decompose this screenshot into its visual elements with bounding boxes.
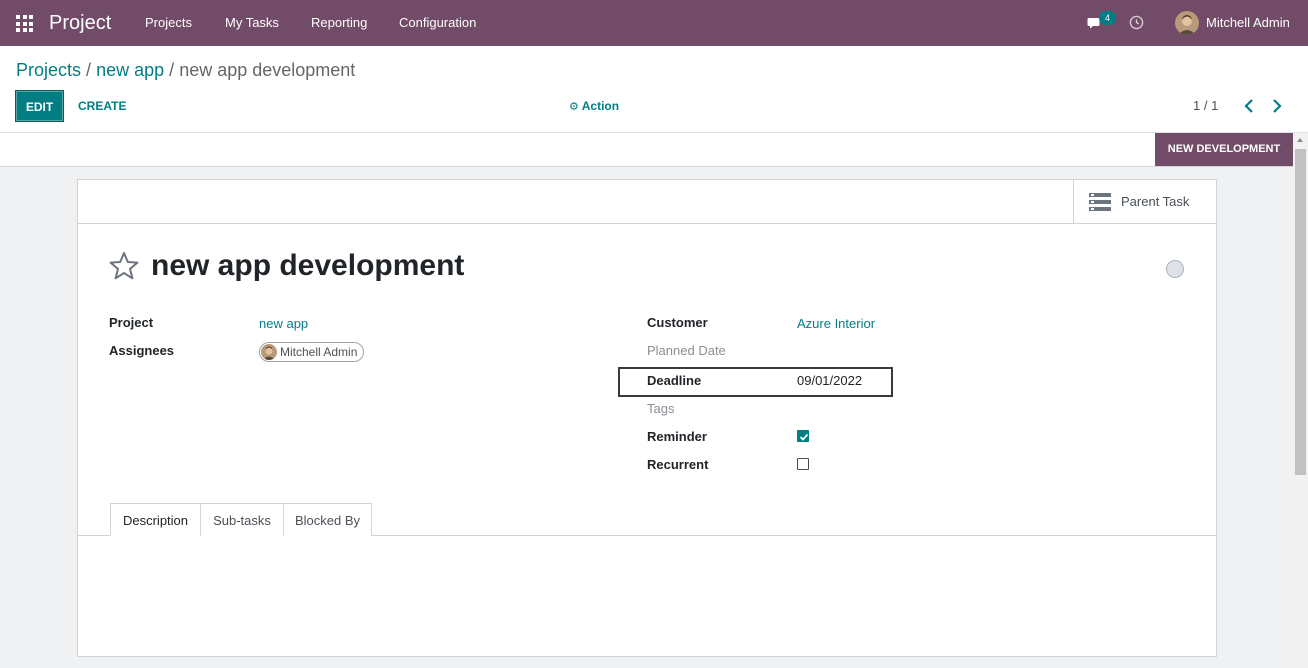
scroll-up-icon[interactable] (1297, 138, 1303, 142)
project-label: Project (109, 315, 154, 330)
parent-task-label: Parent Task (1121, 194, 1190, 209)
top-navbar: Project Projects My Tasks Reporting Conf… (0, 0, 1308, 46)
checkmark-icon (799, 433, 809, 441)
gear-icon: ⚙ (569, 101, 579, 113)
planned-date-label: Planned Date (647, 343, 726, 358)
action-button[interactable]: ⚙ Action (569, 99, 619, 114)
breadcrumb-projects[interactable]: Projects (16, 60, 81, 80)
parent-task-button[interactable]: Parent Task (1073, 180, 1216, 223)
task-title: new app development (151, 249, 465, 282)
button-box: Parent Task (78, 180, 1216, 224)
menu-projects[interactable]: Projects (145, 15, 192, 31)
recurrent-label: Recurrent (647, 457, 709, 472)
project-link[interactable]: new app (259, 316, 308, 332)
reminder-label: Reminder (647, 429, 707, 444)
assignee-name: Mitchell Admin (280, 345, 358, 359)
kanban-state-indicator[interactable] (1166, 260, 1184, 278)
breadcrumb: Projects / new app / new app development (16, 59, 355, 81)
control-panel: Projects / new app / new app development… (0, 46, 1308, 133)
deadline-label: Deadline (647, 373, 702, 388)
recurrent-checkbox[interactable] (797, 458, 809, 470)
breadcrumb-project[interactable]: new app (96, 60, 164, 80)
tab-blocked-by[interactable]: Blocked By (283, 503, 372, 536)
action-label: Action (581, 99, 620, 113)
user-name[interactable]: Mitchell Admin (1206, 15, 1290, 31)
menu-configuration[interactable]: Configuration (399, 15, 476, 31)
statusbar: NEW DEVELOPMENT (0, 133, 1293, 167)
reminder-checkbox[interactable] (797, 430, 809, 442)
tab-description[interactable]: Description (110, 503, 201, 536)
avatar (261, 344, 277, 360)
customer-label: Customer (647, 315, 708, 330)
notebook-tabs: Description Sub-tasks Blocked By (78, 503, 1216, 536)
menu-reporting[interactable]: Reporting (311, 15, 367, 31)
edit-button[interactable]: EDIT (15, 90, 64, 122)
tasks-icon (1089, 193, 1111, 211)
star-icon[interactable] (109, 251, 139, 281)
menu-my-tasks[interactable]: My Tasks (225, 15, 279, 31)
form-sheet: Parent Task new app development Project … (77, 179, 1217, 657)
messages-count-badge: 4 (1099, 11, 1116, 25)
breadcrumb-current: new app development (179, 60, 356, 80)
apps-grid-icon[interactable] (16, 15, 33, 32)
chevron-left-icon[interactable] (1242, 96, 1256, 116)
chevron-right-icon[interactable] (1270, 96, 1284, 116)
breadcrumb-separator: / (86, 60, 92, 80)
pager-value[interactable]: 1 / 1 (1193, 98, 1218, 114)
tags-label: Tags (647, 401, 675, 416)
avatar[interactable] (1175, 11, 1199, 35)
stage-new-development[interactable]: NEW DEVELOPMENT (1155, 133, 1293, 166)
scrollbar-thumb[interactable] (1295, 149, 1306, 475)
customer-link[interactable]: Azure Interior (797, 316, 875, 332)
assignees-label: Assignees (109, 343, 175, 358)
deadline-value[interactable]: 09/01/2022 (797, 373, 862, 389)
breadcrumb-separator: / (169, 60, 175, 80)
app-title[interactable]: Project (49, 11, 111, 35)
tab-sub-tasks[interactable]: Sub-tasks (200, 503, 284, 536)
clock-icon[interactable] (1129, 15, 1144, 30)
assignee-tag[interactable]: Mitchell Admin (259, 342, 365, 362)
scrollbar[interactable] (1293, 133, 1308, 668)
create-button[interactable]: CREATE (78, 99, 126, 113)
